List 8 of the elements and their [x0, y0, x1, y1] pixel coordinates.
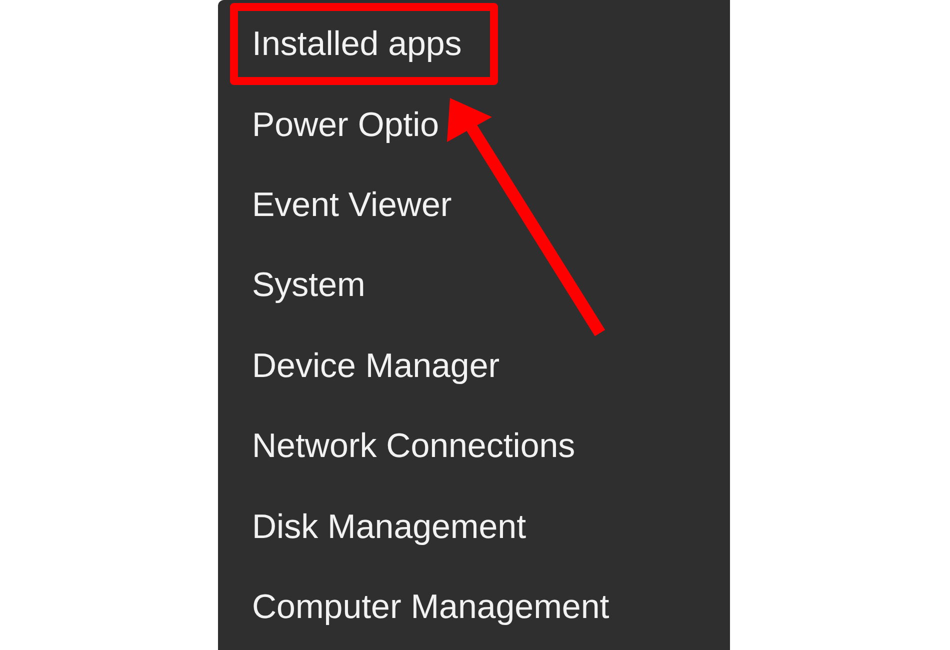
menu-item[interactable]: Network Connections [252, 426, 576, 466]
menu-item[interactable]: System [252, 265, 366, 306]
menu-item[interactable]: Disk Management [252, 506, 526, 547]
menu-item[interactable]: Event Viewer [252, 184, 452, 225]
menu-item[interactable]: Computer Management [252, 586, 610, 627]
menu-item[interactable]: Device Manager [252, 346, 500, 386]
menu-item[interactable]: Power Optio [252, 104, 440, 145]
menu-item[interactable]: Installed apps [252, 24, 462, 64]
